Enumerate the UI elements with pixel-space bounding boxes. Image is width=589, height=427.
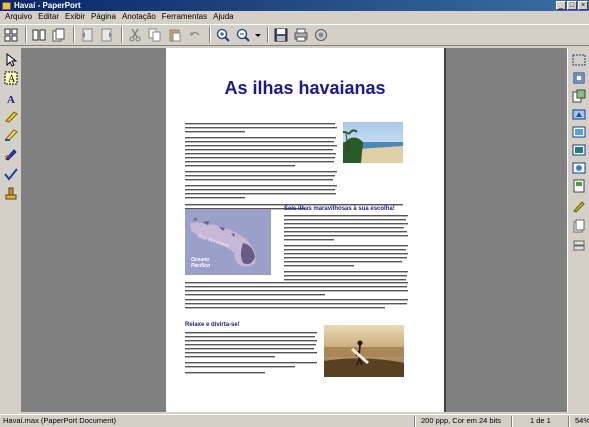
zoom-out-icon[interactable] (234, 26, 252, 44)
beach-photo (343, 122, 403, 163)
section2-heading: Relaxe e divirta-se! (185, 322, 240, 328)
window-controls: _ □ × (556, 1, 588, 10)
svg-text:A: A (8, 74, 16, 85)
toolbar-separator (25, 27, 27, 43)
menubar: Arquivo Editar Exibir Página Anotação Fe… (0, 11, 589, 23)
status-divider (511, 416, 513, 427)
menu-arquivo[interactable]: Arquivo (2, 11, 35, 23)
main-toolbar (0, 24, 589, 46)
zoom-in-icon[interactable] (214, 26, 232, 44)
print-icon[interactable] (292, 26, 310, 44)
paperport-app-icon (2, 1, 11, 10)
window-title: Havaí - PaperPort (14, 1, 81, 10)
freehand-pen-icon[interactable] (3, 146, 19, 162)
highlighter-pen-icon[interactable] (3, 126, 19, 142)
highlighter-yellow-icon[interactable] (3, 108, 19, 124)
paste-icon[interactable] (166, 26, 184, 44)
toolbar-separator (121, 27, 123, 43)
chevron-down-icon[interactable] (254, 26, 262, 44)
copy-icon[interactable] (146, 26, 164, 44)
stack-icon[interactable] (571, 238, 587, 254)
cut-icon[interactable] (126, 26, 144, 44)
menu-ferramentas[interactable]: Ferramentas (159, 11, 210, 23)
straighten-icon[interactable] (571, 124, 587, 140)
save-icon[interactable] (272, 26, 290, 44)
contrast-icon[interactable] (571, 142, 587, 158)
toolbar-separator (73, 27, 75, 43)
enhance-icon[interactable] (571, 178, 587, 194)
thumbnail-view-icon[interactable] (2, 26, 20, 44)
menu-editar[interactable]: Editar (35, 11, 62, 23)
status-filename: Havaí.max (PaperPort Document) (3, 416, 116, 425)
wand-icon[interactable] (571, 198, 587, 214)
status-divider (414, 416, 416, 427)
document-title: As ilhas havaianas (224, 78, 386, 98)
page-multiple-icon[interactable] (50, 26, 68, 44)
image-tools-panel (567, 48, 589, 412)
text-select-icon[interactable]: A (3, 70, 19, 86)
scan-icon[interactable] (312, 26, 330, 44)
crop-icon[interactable] (571, 70, 587, 86)
rotate-icon[interactable] (571, 106, 587, 122)
page-previous-icon[interactable] (78, 26, 96, 44)
pages-icon[interactable] (571, 218, 587, 234)
hawaii-map: Ilhas Havaianas Oceano Pacífico (185, 209, 271, 275)
menu-pagina[interactable]: Página (88, 11, 119, 23)
svg-text:A: A (7, 94, 15, 105)
toolbar-separator (209, 27, 211, 43)
document-canvas[interactable]: As ilhas havaianas Seis ilhas maravilhos… (22, 48, 567, 412)
note-stamp-icon[interactable] (3, 186, 19, 202)
status-zoom: 54% (575, 416, 589, 425)
menu-exibir[interactable]: Exibir (62, 11, 88, 23)
page-next-icon[interactable] (98, 26, 116, 44)
close-button[interactable]: × (578, 1, 588, 10)
minimize-button[interactable]: _ (556, 1, 566, 10)
section1-paragraph-cont (185, 282, 410, 314)
page-layout-icon[interactable] (30, 26, 48, 44)
select-arrow-icon[interactable] (3, 52, 19, 68)
surfer-photo (324, 325, 404, 377)
select-region-icon[interactable] (571, 52, 587, 68)
text-annotation-icon[interactable]: A (3, 90, 19, 106)
menu-ajuda[interactable]: Ajuda (210, 11, 236, 23)
checkmark-icon[interactable] (3, 166, 19, 182)
section1-heading: Seis ilhas maravilhosas à sua escolha! (284, 206, 395, 212)
menu-anotacao[interactable]: Anotação (119, 11, 159, 23)
status-page: 1 de 1 (530, 416, 551, 425)
map-ocean-label: Oceano Pacífico (191, 257, 210, 269)
maximize-button[interactable]: □ (567, 1, 577, 10)
window-titlebar: Havaí - PaperPort _ □ × (0, 0, 589, 11)
section2-paragraph (185, 331, 319, 375)
section1-paragraph (284, 214, 410, 286)
document-page[interactable]: As ilhas havaianas Seis ilhas maravilhos… (166, 48, 444, 412)
status-divider (568, 416, 570, 427)
status-resolution: 200 ppp, Cor em 24 bits (421, 416, 502, 425)
annotation-tools-panel: A A (0, 48, 22, 412)
toolbar-separator (267, 27, 269, 43)
send-to-app-icon[interactable] (571, 88, 587, 104)
intro-paragraph (185, 122, 339, 210)
statusbar: Havaí.max (PaperPort Document) 200 ppp, … (0, 414, 589, 427)
sharpen-icon[interactable] (571, 160, 587, 176)
undo-icon[interactable] (186, 26, 204, 44)
